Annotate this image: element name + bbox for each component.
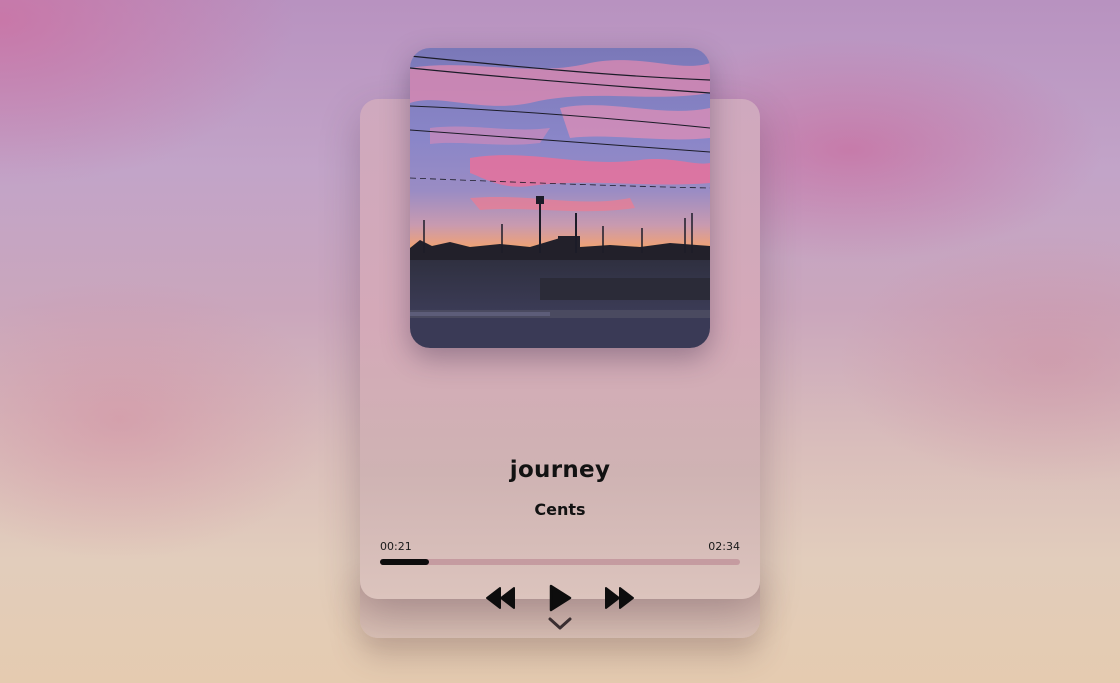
progress-bar[interactable] [380,559,740,565]
previous-button[interactable] [481,585,521,615]
play-button[interactable] [540,584,580,616]
track-title: journey [509,457,611,483]
album-art [410,48,710,348]
chevron-down-icon[interactable] [547,616,573,632]
play-icon [547,584,573,616]
total-time: 02:34 [708,540,740,553]
fast-forward-icon [603,586,635,614]
next-button[interactable] [599,585,639,615]
progress-fill [380,559,429,565]
rewind-icon [485,586,517,614]
music-player: journey Cents 00:21 02:34 [360,48,760,640]
current-time: 00:21 [380,540,412,553]
track-artist: Cents [534,500,586,519]
playback-controls [360,584,760,616]
